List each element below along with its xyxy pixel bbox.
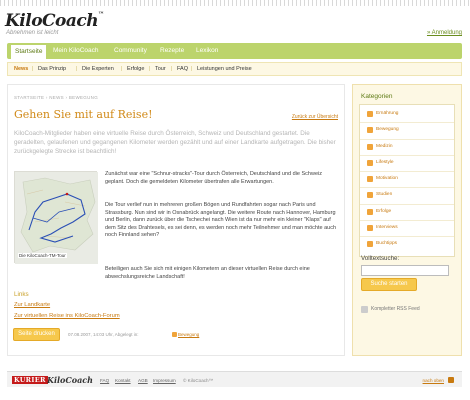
subnav-leistungen-und-preise[interactable]: Leistungen und Preise (197, 63, 252, 75)
search-button[interactable]: Suche starten (361, 278, 417, 291)
category-icon (367, 127, 373, 134)
category-icon (367, 192, 373, 199)
map-link[interactable]: Zur Landkarte (14, 302, 50, 308)
category-item-erfolge[interactable]: Erfolge (360, 205, 454, 222)
footer-link-kontakt[interactable]: Kontakt (115, 378, 131, 383)
category-icon (367, 159, 373, 166)
subnav-separator: | (171, 66, 173, 72)
print-button[interactable]: Seite drucken (13, 328, 60, 341)
back-to-overview-link[interactable]: Zurück zur Übersicht (292, 114, 338, 120)
subnav-das-prinzip[interactable]: Das Prinzip (38, 63, 66, 75)
route-map-image[interactable]: Die KiloCoach-TM-Tour (14, 171, 98, 264)
subnav-erfolge[interactable]: Erfolge (127, 63, 144, 75)
category-label: Studien (376, 192, 393, 198)
category-item-bewegung[interactable]: Bewegung (360, 123, 454, 140)
logo-mark: ™ (98, 11, 104, 18)
subnav-separator: | (32, 66, 34, 72)
logo-text: KiloCoach (5, 11, 99, 31)
category-icon (367, 208, 373, 215)
footer-link-faq[interactable]: FAQ (100, 378, 109, 383)
nav-tab-lexikon[interactable]: Lexikon (196, 43, 218, 59)
subnav-tour[interactable]: Tour (155, 63, 166, 75)
subnav-faq[interactable]: FAQ (177, 63, 188, 75)
nav-tab-rezepte[interactable]: Rezepte (160, 43, 184, 59)
back-to-top-link[interactable]: nach oben (423, 378, 444, 383)
search-heading: Volltextsuche: (361, 255, 400, 262)
category-label: Motivation (376, 176, 398, 182)
footer-link-impressum[interactable]: Impressum (153, 378, 176, 383)
category-item-buchtipps[interactable]: Buchtipps (360, 237, 454, 253)
search-input[interactable] (361, 265, 449, 276)
route-map-graphic (15, 172, 98, 264)
kurier-logo[interactable]: KURIER (12, 376, 48, 384)
subnav-die-experten[interactable]: Die Experten (82, 63, 114, 75)
footer: KURIER KiloCoach FAQ Kontakt AGB Impress… (7, 371, 462, 387)
category-icon (367, 111, 373, 117)
nav-tab-startseite[interactable]: Startseite (10, 44, 48, 59)
rss-feed-link[interactable]: Kompletter RSS Feed (371, 306, 420, 312)
arrow-up-icon[interactable] (448, 377, 454, 383)
category-item-ernaehrung[interactable]: Ernährung (360, 107, 454, 124)
footer-copyright: © KiloCoach™ (183, 378, 214, 383)
footer-logo[interactable]: KiloCoach (47, 375, 93, 385)
category-list: Ernährung Bewegung Medizin Lifestyle Mot… (359, 104, 455, 257)
category-label: Ernährung (376, 111, 399, 116)
category-icon (367, 143, 373, 150)
category-item-medizin[interactable]: Medizin (360, 140, 454, 156)
article-paragraph: Die Tour verlief nun in mehreren großen … (105, 202, 337, 239)
sidebar: Kategorien Ernährung Bewegung Medizin Li… (352, 84, 462, 356)
category-icon (367, 176, 373, 183)
meta-category-link[interactable]: Bewegung (178, 332, 199, 337)
map-caption: Die KiloCoach-TM-Tour (18, 253, 67, 258)
login-link[interactable]: » Anmeldung (427, 30, 462, 36)
breadcrumb: STARTSEITE › NEWS › BEWEGUNG (14, 95, 98, 100)
category-item-interviews[interactable]: Interviews (360, 221, 454, 238)
category-item-motivation[interactable]: Motivation (360, 172, 454, 189)
category-label: Interviews (376, 225, 398, 231)
site-tagline: Abnehmen ist leicht (6, 30, 59, 36)
subnav-separator: | (149, 66, 151, 72)
article-meta: 07.08.2007, 14:03 Uhr, Abgelegt in: (68, 332, 139, 337)
category-item-lifestyle[interactable]: Lifestyle (360, 156, 454, 173)
categories-heading: Kategorien (361, 93, 393, 100)
subnav-separator: | (121, 66, 123, 72)
links-heading: Links (14, 291, 29, 298)
article-intro: KiloCoach-Mitglieder haben eine virtuell… (14, 130, 336, 156)
category-icon (367, 225, 373, 232)
category-item-studien[interactable]: Studien (360, 188, 454, 205)
article-paragraph: Zunächst war eine "Schnur-stracks"-Tour … (105, 171, 322, 185)
category-icon (172, 332, 177, 337)
sub-navigation: News | Das Prinzip | Die Experten | Erfo… (7, 62, 462, 76)
top-ruler (0, 0, 470, 6)
subnav-news[interactable]: News (14, 63, 28, 75)
category-label: Bewegung (376, 127, 399, 133)
subnav-separator: | (191, 66, 193, 72)
rss-icon (361, 306, 368, 313)
article-title: Gehen Sie mit auf Reise! (14, 108, 153, 121)
category-label: Erfolge (376, 208, 392, 214)
nav-tab-community[interactable]: Community (114, 43, 147, 59)
site-logo[interactable]: KiloCoach™ (5, 11, 104, 31)
category-label: Medizin (376, 143, 393, 149)
category-icon (367, 241, 373, 248)
category-label: Lifestyle (376, 159, 394, 165)
subnav-separator: | (76, 66, 78, 72)
nav-tab-mein-kilocoach[interactable]: Mein KiloCoach (53, 43, 99, 59)
footer-link-agb[interactable]: AGB (138, 378, 148, 383)
category-label: Buchtipps (376, 241, 398, 247)
main-navigation: Startseite Mein KiloCoach Community Reze… (7, 43, 462, 59)
forum-link[interactable]: Zur virtuellen Reise ins KiloCoach-Forum (14, 313, 120, 319)
article-paragraph: Beteiligen auch Sie sich mit einigen Kil… (105, 266, 310, 280)
article-panel: STARTSEITE › NEWS › BEWEGUNG Zurück zur … (7, 84, 345, 356)
